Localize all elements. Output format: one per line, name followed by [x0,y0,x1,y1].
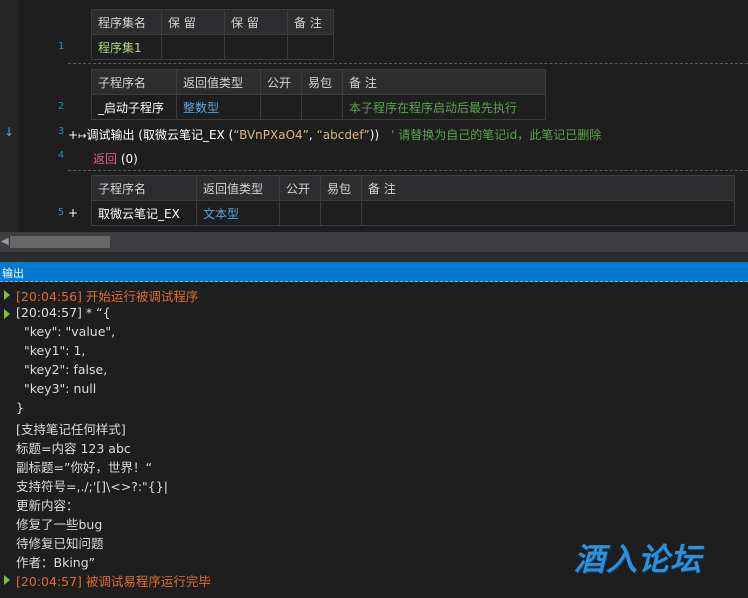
breakpoint-arrow-icon: ↓ [4,125,15,139]
code-call: 调试输出 (取微云笔记_EX ( [86,128,234,142]
table-header-row: 子程序名 返回值类型 公开 易包 备 注 [91,69,546,95]
line-number: 3 [57,126,64,137]
output-line: [20:04:56] 开始运行被调试程序 [16,289,199,304]
table-header: 子程序名 [91,69,177,95]
output-line: } [16,400,24,415]
remark-cell[interactable]: 本子程序在程序启动后最先执行 [342,94,546,120]
table-row[interactable]: _启动子程序 整数型 本子程序在程序启动后最先执行 [91,94,546,120]
scrollbar-thumb[interactable] [10,236,110,248]
output-line: "key": "value", [16,324,116,339]
expand-triangle-icon[interactable] [4,309,10,319]
table-cell[interactable] [287,34,334,60]
table-row[interactable]: 程序集1 [91,34,334,60]
table-header: 备 注 [361,175,735,201]
line-number: 5 [57,207,64,218]
return-arg: (0) [120,152,138,166]
output-line: 标题=内容 123 abc [16,441,131,456]
output-line: 作者：Bking” [16,555,96,570]
code-comment: ' 请替换为自己的笔记id，此笔记已删除 [391,128,602,142]
table-cell[interactable] [161,34,225,60]
line-number: 4 [57,150,64,161]
output-line: 支持符号=,./;'[]\<>?:"{}| [16,479,168,494]
horizontal-scrollbar[interactable]: ◀ [0,232,748,252]
return-type-cell[interactable]: 文本型 [196,200,280,226]
code-comma: , [308,128,317,142]
table-header: 公开 [260,69,302,95]
code-line[interactable]: 返回 (0) [93,150,138,167]
code-close: )) [369,128,380,142]
table-row[interactable]: 取微云笔记_EX 文本型 [91,200,735,226]
code-line[interactable]: +↦调试输出 (取微云笔记_EX (“BVnPXaO4”, “abcdef”))… [68,126,601,143]
output-panel-title: 输出 [2,267,24,280]
table-header: 备 注 [342,69,546,95]
output-line: 待修复已知问题 [16,536,104,551]
table-header: 公开 [279,175,321,201]
output-line: 更新内容： [16,498,79,513]
expand-icon[interactable]: + [68,128,78,142]
output-line: "key3": null [16,381,97,396]
table-header-row: 子程序名 返回值类型 公开 易包 备 注 [91,175,735,201]
table-header: 保 留 [161,9,225,35]
subprogram-name-cell[interactable]: 取微云笔记_EX [91,200,197,226]
divider [68,63,748,64]
expand-triangle-icon[interactable] [4,290,10,300]
assembly-table[interactable]: 程序集名 保 留 保 留 备 注 程序集1 [91,9,334,60]
table-header: 程序集名 [91,9,162,35]
subprogram-table[interactable]: 子程序名 返回值类型 公开 易包 备 注 取微云笔记_EX 文本型 [91,175,735,226]
return-type-cell[interactable]: 整数型 [176,94,261,120]
output-panel-header[interactable]: 输出 [0,262,748,282]
table-header: 易包 [301,69,343,95]
string-literal: “abcdef” [316,128,370,142]
table-header: 子程序名 [91,175,197,201]
output-line: [支持笔记任何样式] [16,422,126,437]
string-literal: “BVnPXaO4” [233,128,309,142]
editor-gutter[interactable]: ↓ [0,0,18,232]
output-line: "key2": false, [16,362,108,377]
table-cell[interactable] [320,200,362,226]
table-cell[interactable] [260,94,302,120]
code-editor[interactable]: ↓ 1 2 3 4 5 程序集名 保 留 保 留 备 注 程序集1 子程序名 返… [0,0,748,232]
subprogram-table[interactable]: 子程序名 返回值类型 公开 易包 备 注 _启动子程序 整数型 本子程序在程序启… [91,69,546,120]
subprogram-name-cell[interactable]: _启动子程序 [91,94,177,120]
table-header: 返回值类型 [176,69,261,95]
table-header: 易包 [320,175,362,201]
line-number: 1 [57,41,64,52]
output-line: "key1": 1, [16,343,86,358]
table-cell[interactable] [361,200,735,226]
output-line: [20:04:57] * “{ [16,305,111,320]
table-header: 保 留 [224,9,288,35]
expand-triangle-icon[interactable] [4,575,10,585]
table-cell[interactable] [279,200,321,226]
divider [68,170,748,171]
output-line: 修复了一些bug [16,517,103,532]
panel-splitter[interactable] [0,252,748,262]
assembly-name-cell[interactable]: 程序集1 [91,34,162,60]
output-line: 副标题=”你好，世界！“ [16,460,152,475]
table-header: 备 注 [287,9,334,35]
output-line: [20:04:57] 被调试易程序运行完毕 [16,574,211,589]
line-number: 2 [57,101,64,112]
return-keyword: 返回 [93,152,118,166]
table-cell[interactable] [224,34,288,60]
table-cell[interactable] [301,94,343,120]
table-header: 返回值类型 [196,175,280,201]
expand-icon[interactable]: + [68,206,78,220]
watermark-logo: 酒入论坛 [574,542,702,578]
scroll-left-icon[interactable]: ◀ [1,236,9,247]
table-header-row: 程序集名 保 留 保 留 备 注 [91,9,334,35]
